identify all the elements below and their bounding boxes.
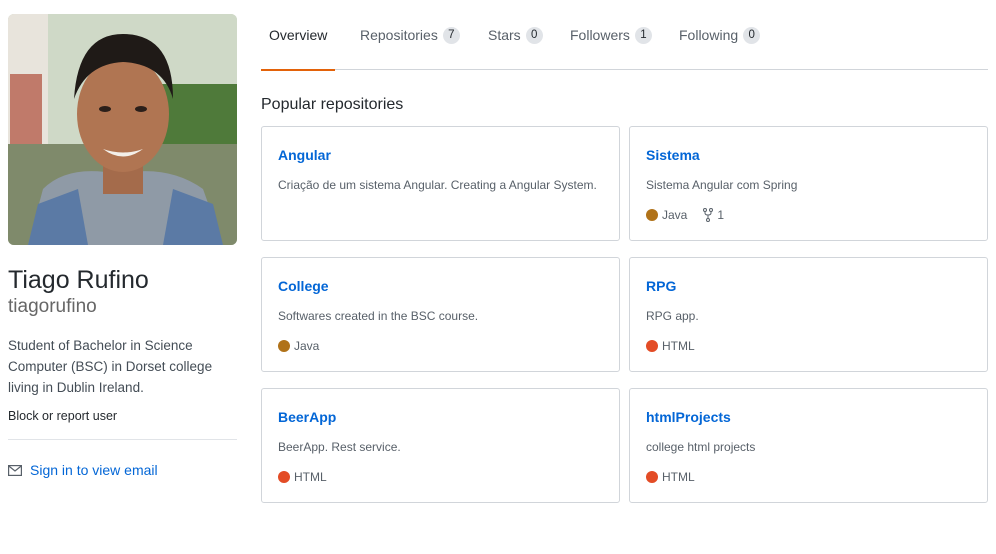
repo-meta: Java 1 [646,208,724,222]
repo-link[interactable]: Angular [278,147,331,163]
repo-forks[interactable]: 1 [703,208,724,222]
language-color-dot [646,471,658,483]
tab-following-label: Following [679,27,739,43]
repo-meta: Java [278,339,319,353]
avatar[interactable] [8,14,237,245]
repo-language: Java [294,339,320,353]
repo-card: Angular Criação de um sistema Angular. C… [261,126,620,241]
profile-sidebar: Tiago Rufino tiagorufino Student of Bach… [8,14,237,478]
tab-followers-label: Followers [570,27,630,43]
repo-description: Criação de um sistema Angular. Creating … [278,178,597,192]
avatar-photo [8,14,237,245]
tab-following[interactable]: Following 0 [679,0,761,70]
repo-meta: HTML [646,339,695,353]
tab-followers-count: 1 [634,26,652,44]
repo-description: Softwares created in the BSC course. [278,309,479,323]
email-link[interactable]: Sign in to view email [8,462,237,478]
repo-card: htmlProjects college html projects HTML [629,388,988,503]
repo-language: HTML [662,339,695,353]
repo-meta: HTML [278,470,327,484]
tab-overview[interactable]: Overview [261,0,336,71]
repo-description: BeerApp. Rest service. [278,440,401,454]
tab-following-count: 0 [743,26,761,44]
tab-followers[interactable]: Followers 1 [570,0,652,70]
language-color-dot [646,340,658,352]
profile-username: tiagorufino [8,296,97,317]
language-color-dot [278,340,290,352]
language-color-dot [278,471,290,483]
repo-card: RPG RPG app. HTML [629,257,988,372]
repo-card: BeerApp BeerApp. Rest service. HTML [261,388,620,503]
repo-link[interactable]: htmlProjects [646,409,731,425]
language-color-dot [646,209,658,221]
section-title: Popular repositories [261,96,404,113]
repo-language: HTML [662,470,695,484]
block-report-link[interactable]: Block or report user [8,409,237,423]
tab-stars-count: 0 [525,26,543,44]
tab-overview-label: Overview [269,27,328,43]
repo-description: RPG app. [646,309,699,323]
repo-description: college html projects [646,440,756,454]
profile-tabs: Overview Repositories 7 Stars 0 Follower… [261,0,988,71]
repo-card: Sistema Sistema Angular com Spring Java … [629,126,988,241]
repo-forks-count: 1 [717,208,725,222]
profile-fullname: Tiago Rufino [8,266,149,294]
profile-bio: Student of Bachelor in Science Computer … [8,338,213,395]
email-link-label[interactable]: Sign in to view email [30,462,158,478]
repo-description: Sistema Angular com Spring [646,178,798,192]
tab-repositories-label: Repositories [360,27,438,43]
repo-link[interactable]: BeerApp [278,409,336,425]
mail-icon [8,464,22,476]
tab-stars[interactable]: Stars 0 [488,0,543,70]
divider [8,439,237,440]
repo-link[interactable]: Sistema [646,147,700,163]
tab-repositories-count: 7 [442,26,460,44]
repo-card: College Softwares created in the BSC cou… [261,257,620,372]
repo-meta: HTML [646,470,695,484]
tab-stars-label: Stars [488,27,521,43]
repo-link[interactable]: RPG [646,278,676,294]
tab-repositories[interactable]: Repositories 7 [360,0,460,70]
repo-link[interactable]: College [278,278,329,294]
repo-forked-icon [703,208,714,222]
repo-language: Java [662,208,688,222]
repo-language: HTML [294,470,327,484]
